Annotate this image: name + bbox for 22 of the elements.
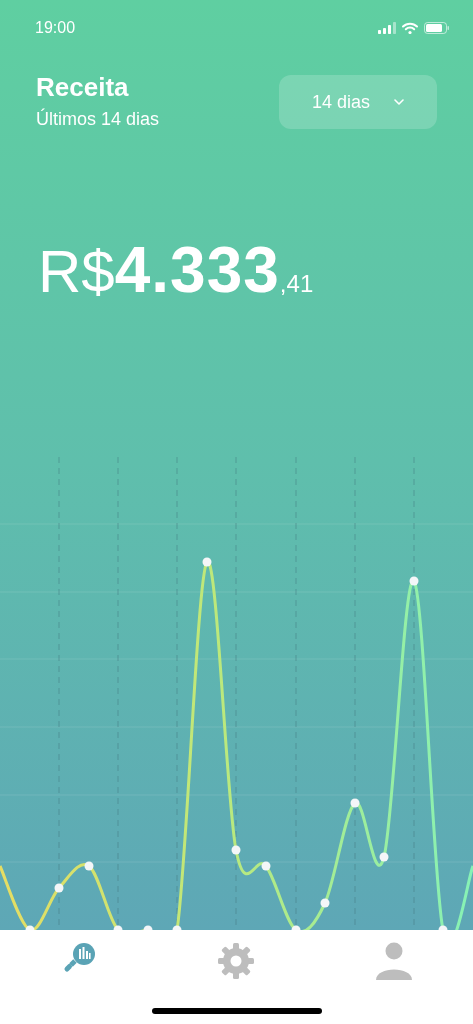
wifi-icon <box>402 22 418 34</box>
data-point <box>261 861 271 871</box>
page-subtitle: Últimos 14 dias <box>36 109 160 130</box>
settings-icon <box>217 942 256 980</box>
data-point <box>320 898 330 908</box>
currency-symbol: R$ <box>38 242 115 302</box>
amount-cents: ,41 <box>279 272 314 296</box>
signal-icon <box>378 22 396 34</box>
data-point <box>350 798 360 808</box>
status-time: 19:00 <box>35 19 76 37</box>
data-point <box>409 576 419 586</box>
data-point <box>379 852 389 862</box>
battery-icon <box>424 22 449 34</box>
chevron-down-icon <box>394 99 404 105</box>
period-dropdown[interactable]: 14 dias <box>279 75 437 129</box>
data-point <box>202 557 212 567</box>
page-title: Receita <box>36 72 130 103</box>
data-point <box>231 845 241 855</box>
data-point <box>84 861 94 871</box>
profile-icon <box>375 942 414 980</box>
amount-integer: 4.333 <box>114 238 280 302</box>
data-point <box>54 883 64 893</box>
